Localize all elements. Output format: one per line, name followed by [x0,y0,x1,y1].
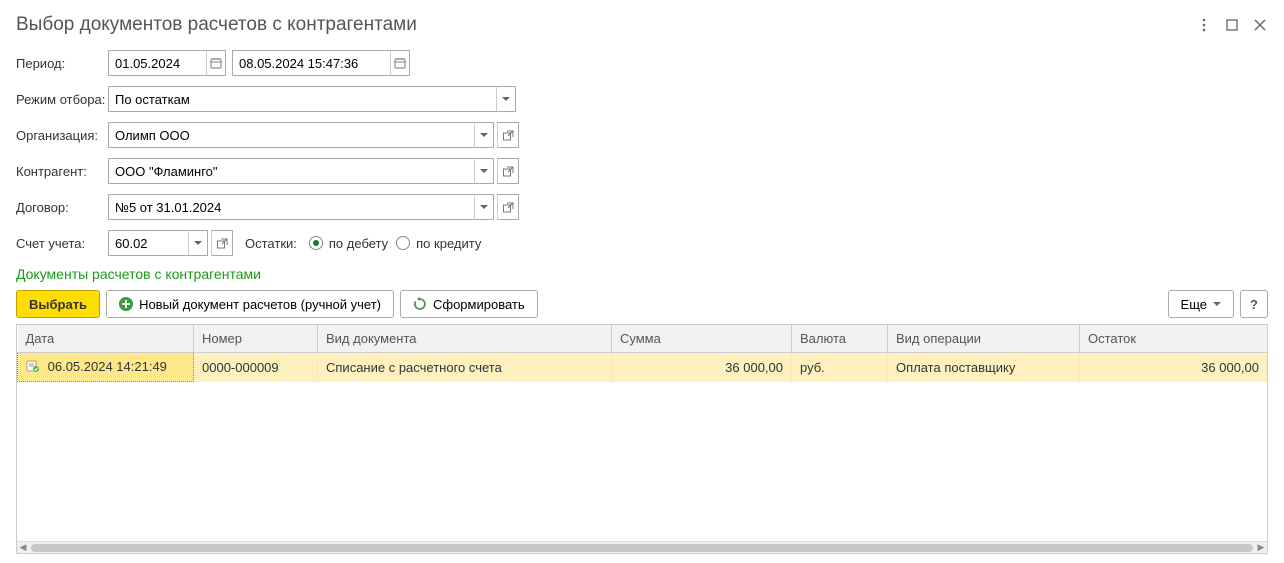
calendar-icon[interactable] [206,50,226,76]
col-sum-header[interactable]: Сумма [612,325,792,353]
radio-by-debit-label: по дебету [329,236,388,251]
col-balance-header[interactable]: Остаток [1080,325,1268,353]
contract-select[interactable] [108,194,474,220]
counterparty-select[interactable] [108,158,474,184]
refresh-icon [413,297,427,311]
cell-sum: 36 000,00 [612,353,792,382]
mode-label: Режим отбора: [16,92,108,107]
cell-number: 0000-000009 [194,353,318,382]
help-button[interactable]: ? [1240,290,1268,318]
radio-by-credit-label: по кредиту [416,236,481,251]
period-from-input[interactable] [108,50,206,76]
col-date-header[interactable]: Дата [18,325,194,353]
plus-circle-icon [119,297,133,311]
cell-doctype: Списание с расчетного счета [318,353,612,382]
document-icon [26,360,40,375]
generate-label: Сформировать [433,297,525,312]
open-icon[interactable] [497,158,519,184]
chevron-down-icon[interactable] [188,230,208,256]
cell-optype: Оплата поставщику [888,353,1080,382]
radio-checked-icon [309,236,323,250]
scroll-right-icon[interactable]: ▶ [1255,542,1267,554]
kebab-menu-icon[interactable] [1196,17,1212,33]
radio-by-debit[interactable]: по дебету [309,236,388,251]
col-number-header[interactable]: Номер [194,325,318,353]
table-row[interactable]: 06.05.2024 14:21:49 0000-000009 Списание… [18,353,1268,382]
org-select[interactable] [108,122,474,148]
chevron-down-icon[interactable] [474,158,494,184]
contract-label: Договор: [16,200,108,215]
col-doctype-header[interactable]: Вид документа [318,325,612,353]
col-currency-header[interactable]: Валюта [792,325,888,353]
period-label: Период: [16,56,108,71]
col-optype-header[interactable]: Вид операции [888,325,1080,353]
page-title: Выбор документов расчетов с контрагентам… [16,14,417,36]
scroll-left-icon[interactable]: ◀ [17,542,29,554]
new-doc-button[interactable]: Новый документ расчетов (ручной учет) [106,290,394,318]
radio-by-credit[interactable]: по кредиту [396,236,481,251]
chevron-down-icon[interactable] [474,194,494,220]
maximize-icon[interactable] [1224,17,1240,33]
account-label: Счет учета: [16,236,108,251]
mode-select[interactable] [108,86,496,112]
scrollbar-horizontal[interactable]: ◀ ▶ [17,541,1267,553]
open-icon[interactable] [497,122,519,148]
new-doc-label: Новый документ расчетов (ручной учет) [139,297,381,312]
chevron-down-icon [1213,302,1221,306]
period-to-input[interactable] [232,50,390,76]
calendar-icon[interactable] [390,50,410,76]
open-icon[interactable] [497,194,519,220]
more-label: Еще [1181,297,1207,312]
counterparty-label: Контрагент: [16,164,108,179]
open-icon[interactable] [211,230,233,256]
chevron-down-icon[interactable] [496,86,516,112]
cell-currency: руб. [792,353,888,382]
org-label: Организация: [16,128,108,143]
table-container[interactable]: Дата Номер Вид документа Сумма Валюта Ви… [16,324,1268,554]
generate-button[interactable]: Сформировать [400,290,538,318]
cell-date: 06.05.2024 14:21:49 [48,359,167,374]
account-select[interactable] [108,230,188,256]
radio-unchecked-icon [396,236,410,250]
close-icon[interactable] [1252,17,1268,33]
chevron-down-icon[interactable] [474,122,494,148]
balances-label: Остатки: [245,236,297,251]
cell-balance: 36 000,00 [1080,353,1268,382]
select-button[interactable]: Выбрать [16,290,100,318]
more-button[interactable]: Еще [1168,290,1234,318]
scrollbar-thumb[interactable] [31,544,1253,552]
section-title: Документы расчетов с контрагентами [16,266,1268,282]
